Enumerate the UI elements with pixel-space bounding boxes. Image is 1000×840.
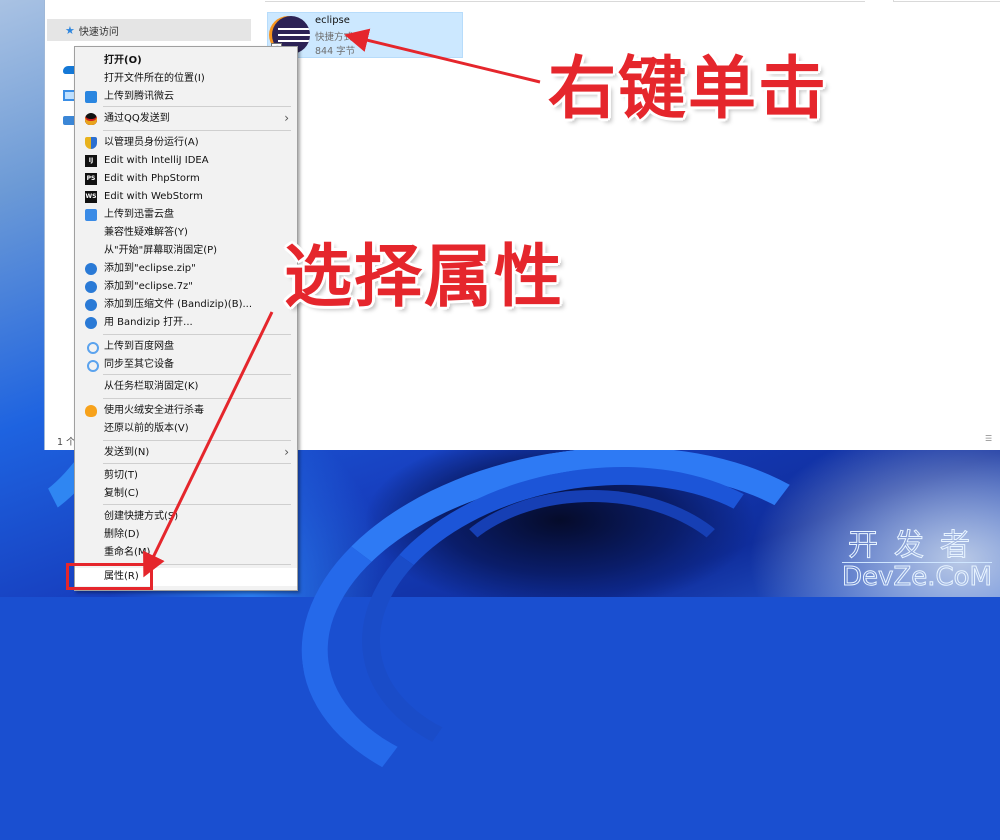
menu-separator	[103, 504, 291, 505]
menu-item-label: 创建快捷方式(S)	[104, 511, 179, 522]
menu-item[interactable]: 通过QQ发送到 ›	[75, 110, 297, 128]
menu-item[interactable]: 删除(D)	[75, 526, 297, 544]
menu-item[interactable]: 重命名(M)	[75, 544, 297, 562]
menu-item-label: 添加到"eclipse.zip"	[104, 263, 196, 274]
menu-item[interactable]: 上传到腾讯微云	[75, 88, 297, 106]
watermark-en: DevZe.CoM	[842, 562, 992, 592]
menu-separator	[103, 398, 291, 399]
menu-separator	[103, 463, 291, 464]
menu-separator	[103, 374, 291, 375]
qq-icon	[85, 113, 97, 125]
menu-item[interactable]: 打开(O)	[75, 52, 297, 70]
menu-item[interactable]: 打开文件所在的位置(I)	[75, 70, 297, 88]
menu-item[interactable]: 使用火绒安全进行杀毒	[75, 402, 297, 420]
menu-item-label: 打开文件所在的位置(I)	[104, 73, 205, 84]
menu-item[interactable]: IJ Edit with IntelliJ IDEA	[75, 152, 297, 170]
menu-item[interactable]: 剪切(T)	[75, 467, 297, 485]
menu-item[interactable]: 以管理员身份运行(A)	[75, 134, 297, 152]
file-name: eclipse	[315, 15, 350, 26]
chevron-right-icon: ›	[284, 445, 289, 459]
menu-item-label: 剪切(T)	[104, 470, 138, 481]
xunlei-icon	[85, 209, 97, 221]
tencent-weiyun-icon	[85, 91, 97, 103]
menu-item-label: 兼容性疑难解答(Y)	[104, 227, 188, 238]
watermark: 开发者 DevZe.CoM	[842, 528, 993, 592]
menu-item-label: 发送到(N)	[104, 447, 150, 458]
file-type: 快捷方式	[315, 32, 354, 43]
menu-item-label: Edit with IntelliJ IDEA	[104, 155, 209, 166]
phpstorm-icon: PS	[85, 173, 97, 185]
menu-item[interactable]: 从"开始"屏幕取消固定(P)	[75, 242, 297, 260]
menu-item[interactable]: 上传到迅雷云盘	[75, 206, 297, 224]
huorong-icon	[85, 405, 97, 417]
menu-separator	[103, 130, 291, 131]
menu-item-label: 打开(O)	[104, 55, 142, 66]
menu-item-label: 以管理员身份运行(A)	[104, 137, 199, 148]
menu-item[interactable]: 添加到"eclipse.7z"	[75, 278, 297, 296]
menu-item[interactable]: 发送到(N) ›	[75, 444, 297, 462]
menu-item[interactable]: PS Edit with PhpStorm	[75, 170, 297, 188]
file-size: 844 字节	[315, 46, 356, 57]
menu-separator	[103, 440, 291, 441]
menu-item-label: 删除(D)	[104, 529, 140, 540]
menu-item[interactable]: 同步至其它设备	[75, 356, 297, 374]
menu-item[interactable]: 添加到"eclipse.zip"	[75, 260, 297, 278]
search-box[interactable]	[893, 0, 1000, 2]
bandizip-icon	[85, 317, 97, 329]
menu-item-label: Edit with WebStorm	[104, 191, 203, 202]
baidu-netdisk-icon	[87, 342, 99, 354]
address-bar[interactable]	[265, 0, 865, 2]
watermark-cn: 开发者	[848, 528, 986, 563]
nav-item-label: 快速访问	[78, 26, 119, 38]
wallpaper-swirl	[430, 490, 754, 714]
star-icon: ★	[65, 23, 75, 37]
menu-item[interactable]: 创建快捷方式(S)	[75, 508, 297, 526]
bandizip-icon	[85, 263, 97, 275]
menu-item[interactable]: WS Edit with WebStorm	[75, 188, 297, 206]
menu-item-label: 添加到压缩文件 (Bandizip)(B)...	[104, 299, 253, 310]
context-menu: 打开(O) 打开文件所在的位置(I) 上传到腾讯微云 通过QQ发送到 › 以管理员身份运行…	[74, 46, 298, 591]
menu-separator	[103, 334, 291, 335]
menu-separator	[103, 106, 291, 107]
baidu-netdisk-icon	[87, 360, 99, 372]
menu-item[interactable]: 兼容性疑难解答(Y)	[75, 224, 297, 242]
menu-item-label: Edit with PhpStorm	[104, 173, 200, 184]
menu-item-label: 使用火绒安全进行杀毒	[104, 405, 204, 416]
menu-item[interactable]: 复制(C)	[75, 485, 297, 503]
menu-item[interactable]: 添加到压缩文件 (Bandizip)(B)...	[75, 296, 297, 314]
properties-highlight-box	[66, 563, 153, 590]
nav-item-quick-access[interactable]: ★ 快速访问	[47, 19, 251, 41]
menu-item-label: 上传到百度网盘	[104, 341, 174, 352]
menu-item-label: 上传到迅雷云盘	[104, 209, 174, 220]
menu-item-label: 还原以前的版本(V)	[104, 423, 189, 434]
intellij-icon: IJ	[85, 155, 97, 167]
uac-shield-icon	[85, 137, 97, 149]
menu-item-label: 复制(C)	[104, 488, 139, 499]
webstorm-icon: WS	[85, 191, 97, 203]
menu-item[interactable]: 还原以前的版本(V)	[75, 420, 297, 438]
menu-item-label: 通过QQ发送到	[104, 113, 170, 124]
bandizip-icon	[85, 281, 97, 293]
menu-item-label: 上传到腾讯微云	[104, 91, 174, 102]
menu-item-label: 从"开始"屏幕取消固定(P)	[104, 245, 218, 256]
callout-right-click: 右键单击	[548, 50, 829, 129]
details-view-icon[interactable]: ☰	[985, 434, 997, 444]
menu-item-label: 添加到"eclipse.7z"	[104, 281, 193, 292]
menu-item-label: 从任务栏取消固定(K)	[104, 381, 199, 392]
menu-item-label: 用 Bandizip 打开...	[104, 317, 193, 328]
menu-item-label: 同步至其它设备	[104, 359, 174, 370]
chevron-right-icon: ›	[284, 111, 289, 125]
bandizip-icon	[85, 299, 97, 311]
menu-item[interactable]: 上传到百度网盘	[75, 338, 297, 356]
menu-item[interactable]: 用 Bandizip 打开...	[75, 314, 297, 332]
menu-item[interactable]: 从任务栏取消固定(K)	[75, 378, 297, 396]
callout-select-properties: 选择属性	[284, 238, 565, 317]
menu-item-label: 重命名(M)	[104, 547, 151, 558]
